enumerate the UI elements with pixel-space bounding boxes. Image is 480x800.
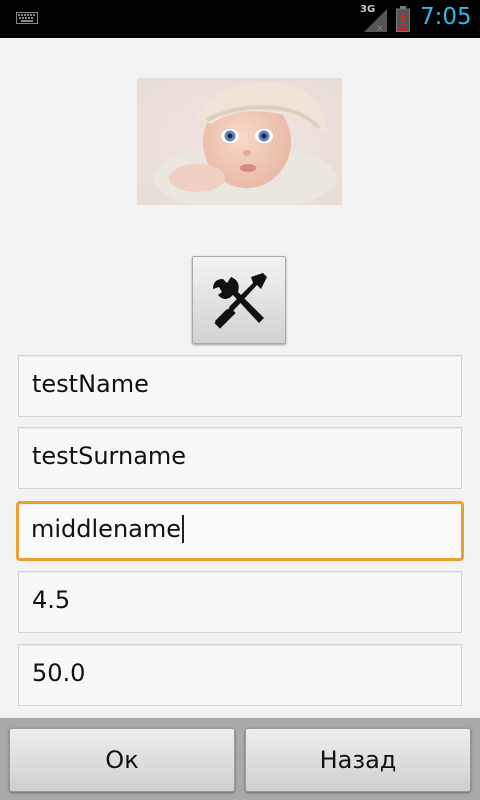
status-clock: 7:05 xyxy=(420,4,472,30)
rating-field-value: 4.5 xyxy=(32,586,71,614)
middlename-field-value-wrap: middlename xyxy=(31,515,185,543)
middlename-field[interactable]: middlename xyxy=(16,501,464,561)
status-bar: × 3G 7:05 xyxy=(0,0,480,38)
bottom-button-bar: Ок Назад xyxy=(0,718,480,800)
surname-field[interactable]: testSurname xyxy=(18,427,462,489)
profile-photo[interactable] xyxy=(137,78,342,205)
tools-button[interactable] xyxy=(192,256,286,344)
amount-field-value: 50.0 xyxy=(32,659,86,687)
rating-field[interactable]: 4.5 xyxy=(18,571,462,633)
surname-field-value: testSurname xyxy=(32,442,187,470)
ok-button[interactable]: Ок xyxy=(9,728,235,792)
keyboard-icon xyxy=(16,12,38,24)
network-type-label: 3G xyxy=(360,4,376,15)
amount-field[interactable]: 50.0 xyxy=(18,644,462,706)
name-field-value: testName xyxy=(32,370,149,398)
svg-text:×: × xyxy=(376,24,384,33)
wrench-screwdriver-icon xyxy=(213,273,267,329)
text-cursor xyxy=(182,515,185,543)
battery-alert-icon xyxy=(396,6,410,32)
back-button[interactable]: Назад xyxy=(245,728,471,792)
name-field[interactable]: testName xyxy=(18,355,462,417)
middlename-field-value: middlename xyxy=(31,515,182,543)
main-content: testName testSurname middlename 4.5 50.0 xyxy=(0,38,480,718)
